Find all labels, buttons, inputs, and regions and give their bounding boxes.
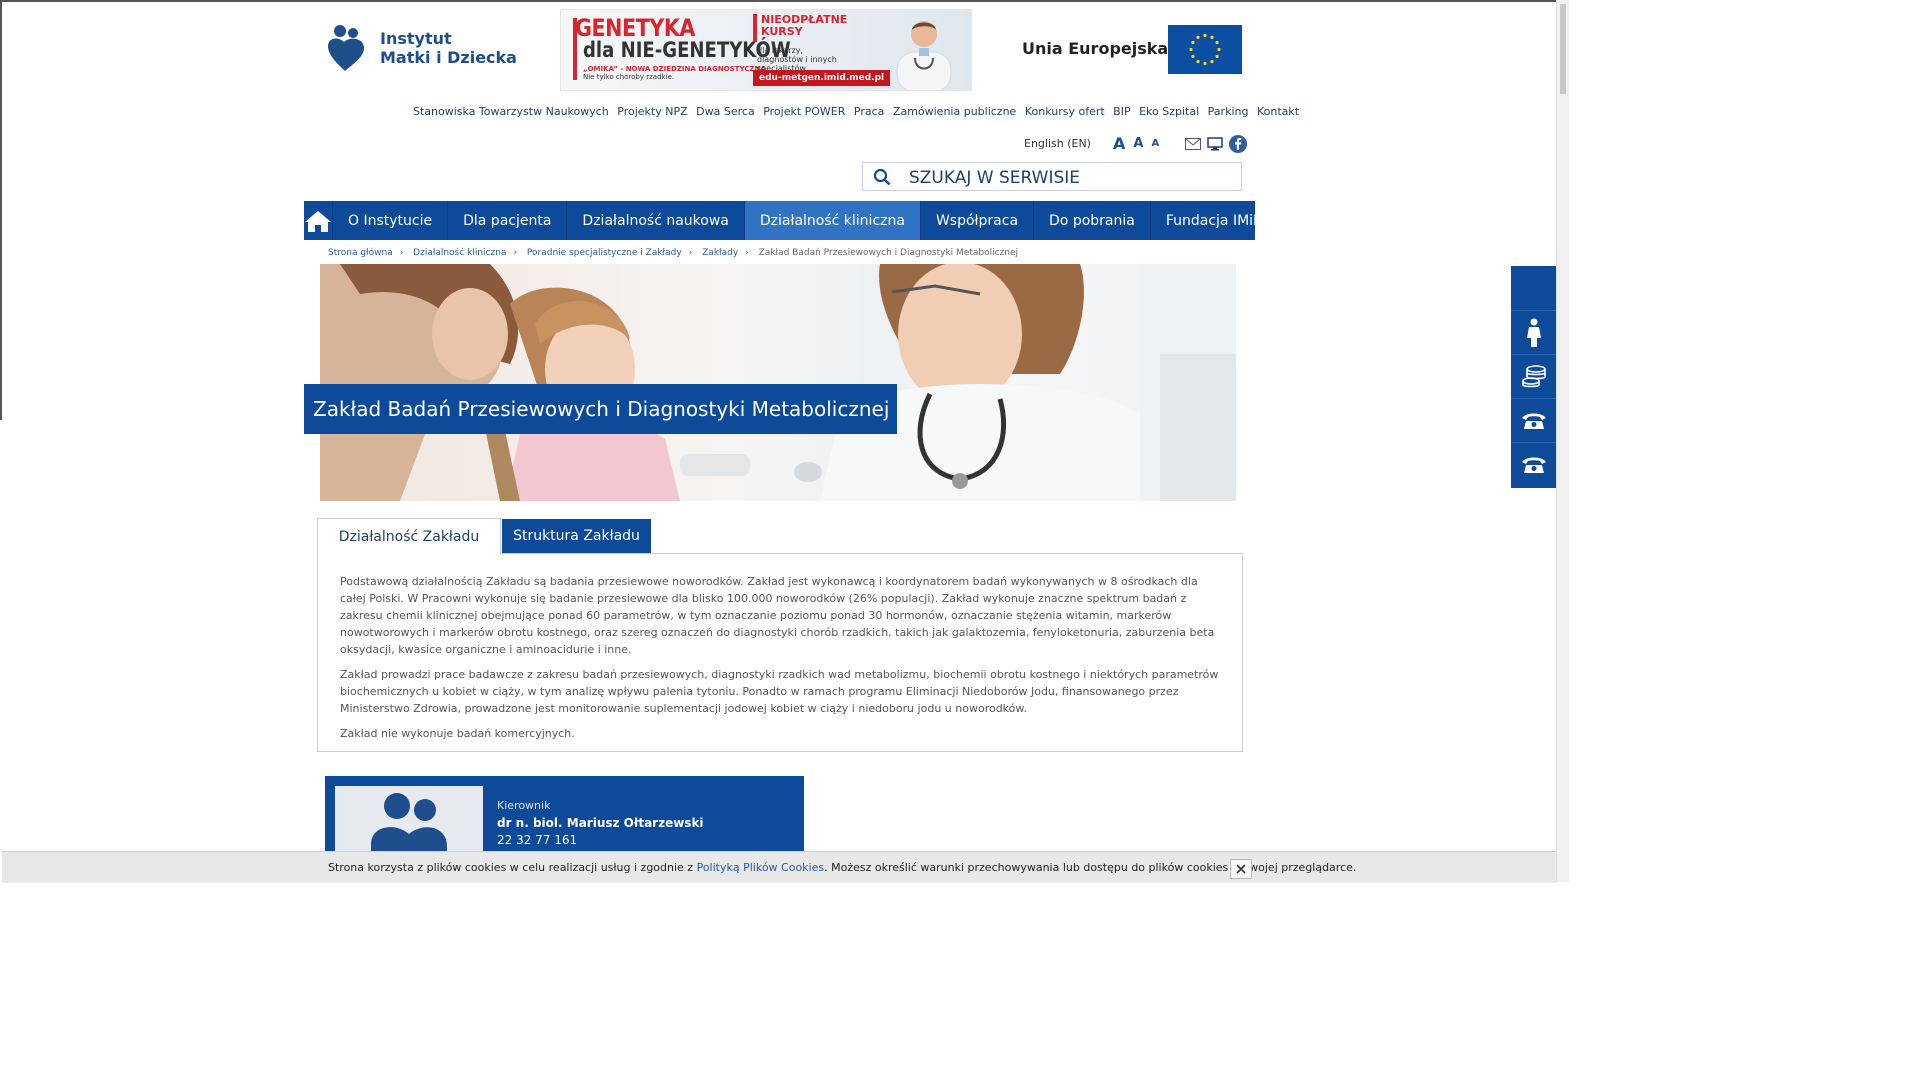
nav-dzialalnosc-naukowa[interactable]: Działalność naukowa [567,201,745,240]
mother-child-logo-icon [328,25,364,71]
cookie-policy-link[interactable]: Polityką Plików Cookies [697,861,825,874]
cookie-message: Strona korzysta z plików cookies w celu … [328,861,1356,874]
manager-name: dr n. biol. Mariusz Ołtarzewski [497,816,704,830]
topnav-link-societies[interactable]: Stanowiska Towarzystw Naukowych [413,105,609,118]
sidebar-patient-button[interactable] [1511,310,1556,355]
banner-audience-text: dla lekarzy, diagnostów i innych specjal… [757,46,837,73]
content-paragraph-3: Zakład nie wykonuje badań komercyjnych. [340,727,575,740]
site-logo[interactable]: Instytut Matki i Dziecka [326,24,517,72]
tab-content-panel: Podstawową działalnością Zakładu są bada… [317,553,1243,752]
nav-wspolpraca[interactable]: Współpraca [921,201,1035,240]
breadcrumb-clinical[interactable]: Działalność kliniczna [413,248,506,258]
banner-subtitle-2: Nie tylko choroby rzadkie. [583,73,675,81]
manager-role: Kierownik [497,799,551,812]
banner-subtitle-1: „OMIKA” - NOWA DZIEDZINA DIAGNOSTYCZNA [583,65,766,73]
manager-phone[interactable]: 22 32 77 161 [497,833,577,847]
topnav-link-eko-szpital[interactable]: Eko Szpital [1139,105,1199,118]
breadcrumb-departments[interactable]: Zakłady [702,248,738,258]
topnav-link-npz[interactable]: Projekty NPZ [617,105,687,118]
topnav-link-power[interactable]: Projekt POWER [763,105,845,118]
site-search [862,162,1242,191]
mother-child-doctor-photo [320,264,1236,501]
logo-line-2: Matki i Dziecka [380,48,517,67]
breadcrumb-separator: › [688,248,693,258]
language-switch-link[interactable]: English (EN) [1024,137,1091,150]
mail-icon[interactable] [1185,137,1202,150]
banner-free-courses: NIEODPŁATNE KURSY [753,13,848,42]
breadcrumb-clinics[interactable]: Poradnie specjalistyczne i Zakłady [527,248,682,258]
scrollbar-thumb[interactable] [1560,4,1566,94]
nav-do-pobrania[interactable]: Do pobrania [1034,201,1151,240]
cookie-bar: Strona korzysta z plików cookies w celu … [2,851,1556,883]
genetics-course-banner[interactable]: GENETYKA dla NIE-GENETYKÓW „OMIKA” - NOW… [560,9,972,91]
manager-photo-placeholder [335,786,483,856]
eu-flag-icon [1168,25,1242,74]
topnav-link-dwa-serca[interactable]: Dwa Serca [696,105,755,118]
manager-card: Kierownik dr n. biol. Mariusz Ołtarzewsk… [325,776,804,856]
page-title: Zakład Badań Przesiewowych i Diagnostyki… [304,384,897,434]
window-top-border [0,0,1568,2]
mother-child-placeholder-icon [371,793,447,856]
breadcrumb-separator: › [399,248,404,258]
breadcrumb: Strona główna › Działalność kliniczna › Po… [328,248,1018,258]
utility-bar: English (EN) A A A [1024,134,1248,153]
doctor-illustration-icon [896,21,952,90]
breadcrumb-home[interactable]: Strona główna [328,248,393,258]
eu-label: Unia Europejska [1022,39,1169,58]
topnav-link-zamowienia[interactable]: Zamówienia publiczne [893,105,1016,118]
breadcrumb-current: Zakład Badań Przesiewowych i Diagnostyki… [758,248,1019,258]
top-navigation: Stanowiska Towarzystw Naukowych Projekty… [408,105,1299,118]
facebook-icon[interactable] [1229,134,1248,153]
topnav-link-konkursy[interactable]: Konkursy ofert [1025,105,1105,118]
breadcrumb-separator: › [745,248,749,258]
topnav-link-kontakt[interactable]: Kontakt [1257,105,1299,118]
font-size-large-button[interactable]: A [1113,134,1125,153]
cookie-text-after: . Możesz określić warunki przechowywania… [824,861,1357,874]
font-size-small-button[interactable]: A [1151,138,1159,149]
nav-dla-pacjenta[interactable]: Dla pacjenta [448,201,568,240]
window-left-border [0,0,2,420]
phone-icon [1521,457,1546,473]
cookie-text-before: Strona korzysta z plików cookies w celu … [328,861,697,874]
coins-icon [1521,365,1546,388]
logo-text: Instytut Matki i Dziecka [380,29,517,67]
home-icon [305,210,331,232]
monitor-icon[interactable] [1207,136,1223,151]
tab-dzialalnosc-zakladu[interactable]: Działalność Zakładu [317,518,501,555]
topnav-link-parking[interactable]: Parking [1208,105,1249,118]
sidebar-blank-slot [1511,266,1556,310]
cookie-close-button[interactable] [1230,859,1252,879]
phone-icon [1521,413,1546,429]
home-button[interactable] [304,201,333,240]
tab-struktura-zakladu[interactable]: Struktura Zakładu [502,519,651,553]
nav-o-instytucie[interactable]: O Instytucie [333,201,449,240]
banner-url: edu-metgen.imid.med.pl [753,70,891,86]
nav-fundacja-imid[interactable]: Fundacja IMiD [1151,201,1279,240]
banner-free-courses-label: NIEODPŁATNE KURSY [761,13,848,38]
page-scrollbar[interactable] [1556,0,1569,882]
nav-dzialalnosc-kliniczna[interactable]: Działalność kliniczna [744,201,921,240]
search-input[interactable] [907,164,1237,191]
font-size-medium-button[interactable]: A [1133,136,1143,151]
topnav-link-praca[interactable]: Praca [854,105,885,118]
breadcrumb-separator: › [513,248,518,258]
main-navigation: O Instytucie Dla pacjenta Działalność na… [304,201,1264,240]
sidebar-phone-button-1[interactable] [1511,398,1556,443]
close-icon [1236,864,1246,874]
content-paragraph-1: Podstawową działalnością Zakładu są bada… [340,575,1215,656]
topnav-link-bip[interactable]: BIP [1113,105,1130,118]
hero-image [320,264,1236,501]
content-paragraph-2: Zakład prowadzi prace badawcze z zakresu… [340,668,1219,715]
logo-line-1: Instytut [380,29,452,48]
sidebar-phone-button-2[interactable] [1511,442,1556,487]
search-icon[interactable] [873,168,891,186]
sidebar-payments-button[interactable] [1511,354,1556,399]
quick-access-sidebar [1511,266,1556,488]
mother-icon [1526,318,1541,347]
